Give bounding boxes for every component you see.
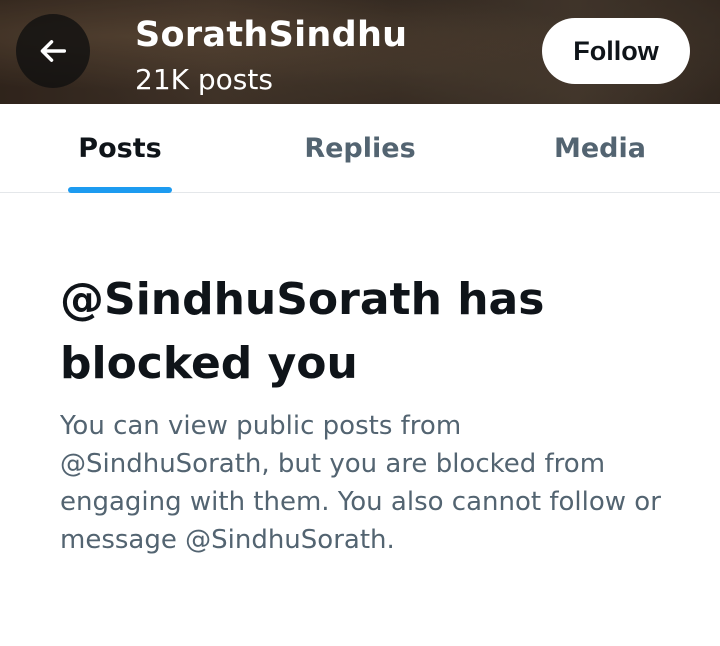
arrow-left-icon (40, 40, 67, 62)
tab-media[interactable]: Media (480, 104, 720, 192)
active-tab-indicator (68, 187, 172, 193)
tab-replies[interactable]: Replies (240, 104, 480, 192)
tab-label: Media (554, 132, 646, 164)
tab-label: Replies (304, 132, 416, 164)
tab-label: Posts (78, 132, 162, 164)
profile-tabs: Posts Replies Media (0, 104, 720, 193)
profile-name: SorathSindhu (135, 15, 408, 55)
blocked-title: @SindhuSorath has blocked you (60, 274, 545, 389)
tab-posts[interactable]: Posts (0, 104, 240, 192)
blocked-description: You can view public posts from @SindhuSo… (60, 411, 661, 555)
follow-button[interactable]: Follow (542, 18, 690, 84)
post-count: 21K posts (135, 63, 273, 96)
profile-header: SorathSindhu 21K posts Follow (0, 0, 720, 104)
back-button[interactable] (16, 14, 90, 88)
